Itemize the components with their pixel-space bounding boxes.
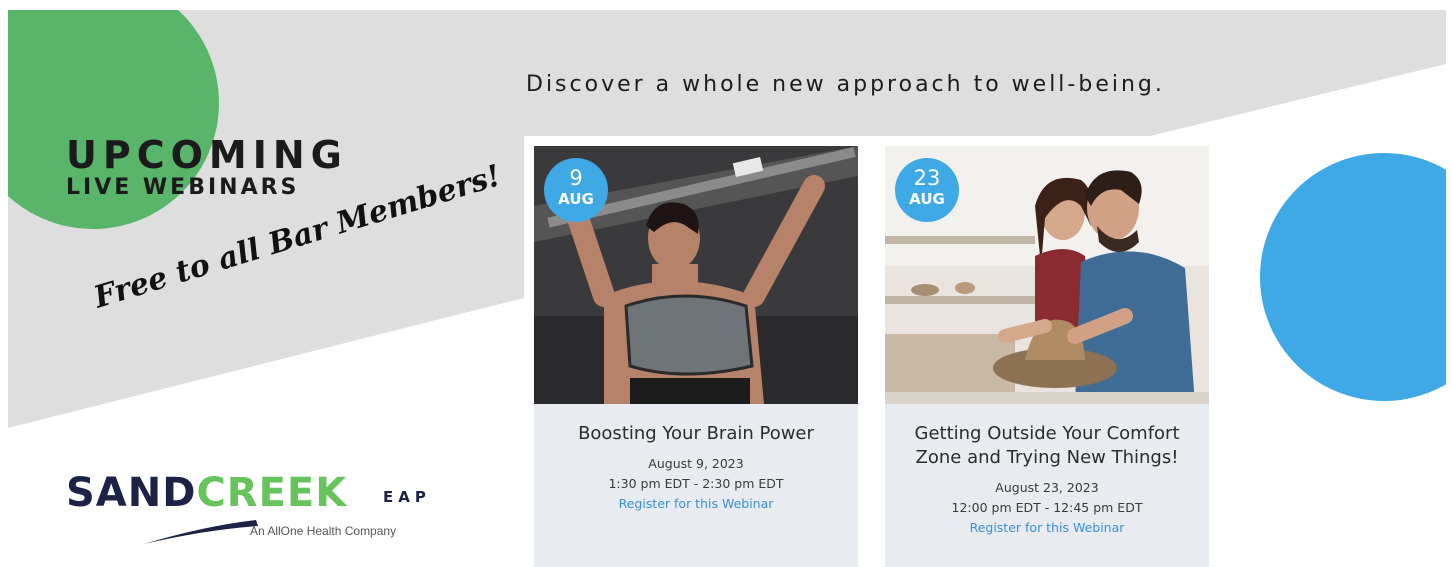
webinar-info: Boosting Your Brain Power August 9, 2023… bbox=[534, 404, 858, 514]
date-month: AUG bbox=[558, 190, 594, 208]
webinar-card-1[interactable]: 9 AUG Boosting Your Brain Power August 9… bbox=[534, 146, 858, 567]
logo-wordmark: SANDCREEK bbox=[66, 470, 347, 516]
webinar-title: Getting Outside Your Comfort Zone and Tr… bbox=[914, 423, 1180, 468]
register-link[interactable]: Register for this Webinar bbox=[534, 494, 858, 514]
register-link[interactable]: Register for this Webinar bbox=[885, 518, 1209, 538]
heading-line-1: UPCOMING bbox=[66, 133, 348, 177]
webinar-photo-pottery: 23 AUG bbox=[885, 146, 1209, 404]
blue-circle bbox=[1260, 153, 1452, 401]
webinar-title: Boosting Your Brain Power bbox=[578, 423, 814, 444]
webinar-info: Getting Outside Your Comfort Zone and Tr… bbox=[885, 404, 1209, 538]
logo-swoosh-icon bbox=[144, 520, 258, 544]
webinar-date: August 23, 2023 bbox=[995, 480, 1099, 495]
date-day: 23 bbox=[913, 166, 941, 190]
webinar-time: 12:00 pm EDT - 12:45 pm EDT bbox=[951, 500, 1143, 515]
webinar-card-2[interactable]: 23 AUG Getting Outside Your Comfort Zone… bbox=[885, 146, 1209, 567]
sandcreek-logo: SANDCREEK EAP An AllOne Health Company bbox=[66, 470, 466, 550]
webinar-time: 1:30 pm EDT - 2:30 pm EDT bbox=[608, 476, 784, 491]
webinar-photo-fitness: 9 AUG bbox=[534, 146, 858, 404]
date-badge: 23 AUG bbox=[895, 158, 959, 222]
logo-subtitle: An AllOne Health Company bbox=[250, 524, 397, 538]
banner: UPCOMING LIVE WEBINARS Free to all Bar M… bbox=[0, 0, 1452, 567]
page-title: UPCOMING LIVE WEBINARS bbox=[66, 134, 348, 200]
date-day: 9 bbox=[569, 166, 583, 190]
date-month: AUG bbox=[909, 190, 945, 208]
discover-text: Discover a whole new approach to well-be… bbox=[526, 72, 1165, 97]
heading-line-2: LIVE WEBINARS bbox=[66, 175, 300, 200]
logo-eap: EAP bbox=[383, 488, 431, 506]
date-badge: 9 AUG bbox=[544, 158, 608, 222]
logo-word-creek: CREEK bbox=[196, 470, 348, 516]
logo-word-sand: SAND bbox=[66, 470, 197, 516]
webinar-date: August 9, 2023 bbox=[648, 456, 744, 471]
